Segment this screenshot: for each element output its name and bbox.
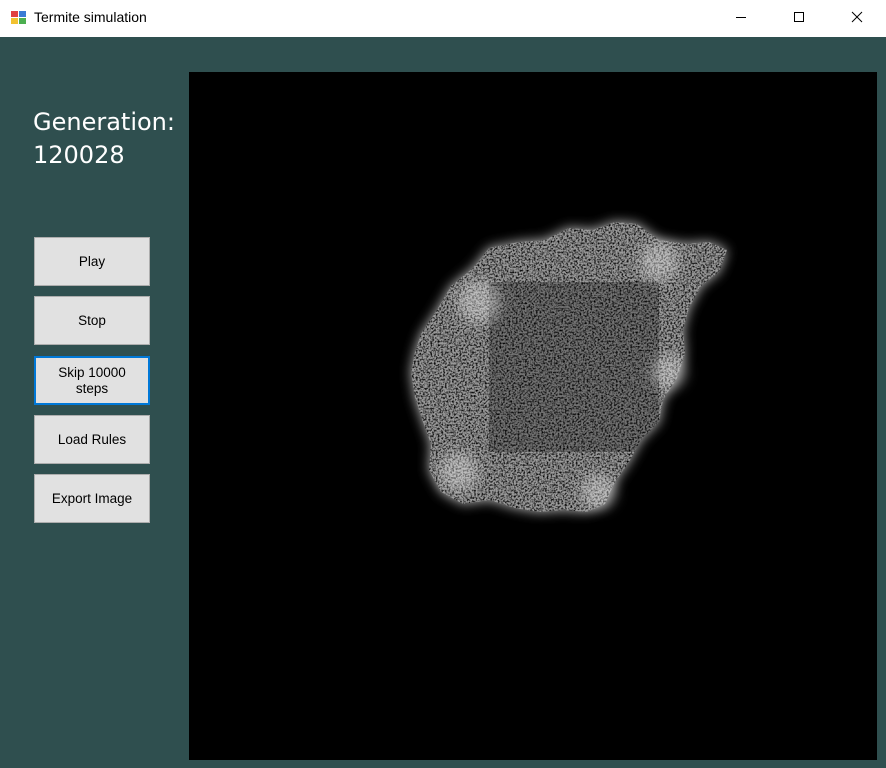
termite-pattern <box>411 222 727 512</box>
minimize-icon <box>735 10 747 28</box>
close-icon <box>851 10 863 28</box>
generation-label: Generation: <box>33 108 175 136</box>
maximize-icon <box>793 10 805 28</box>
play-button[interactable]: Play <box>34 237 150 286</box>
minimize-button[interactable] <box>712 0 770 37</box>
title-bar[interactable]: Termite simulation <box>0 0 886 37</box>
export-image-button[interactable]: Export Image <box>34 474 150 523</box>
close-button[interactable] <box>828 0 886 37</box>
simulation-canvas[interactable] <box>189 72 877 760</box>
load-rules-button[interactable]: Load Rules <box>34 415 150 464</box>
generation-counter: Generation: 120028 <box>33 106 193 172</box>
maximize-button[interactable] <box>770 0 828 37</box>
app-icon <box>10 9 27 26</box>
window-title: Termite simulation <box>34 9 147 25</box>
generation-value: 120028 <box>33 141 125 169</box>
skip-steps-button[interactable]: Skip 10000 steps <box>34 356 150 405</box>
app-window: Termite simulation Generation: 120028 Pl… <box>0 0 886 768</box>
stop-button[interactable]: Stop <box>34 296 150 345</box>
